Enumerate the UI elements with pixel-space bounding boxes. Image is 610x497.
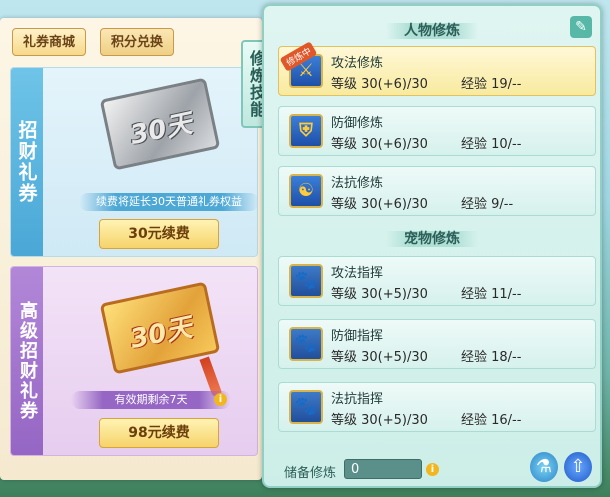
info-icon[interactable]: i [426,463,439,476]
silver-coupon-image: 30天 [99,77,221,171]
skill-row[interactable]: ☯ 法抗修炼 等级 30(+6)/30 经验 9/-- [278,166,596,216]
skill-row[interactable]: ⛨ 防御修炼 等级 30(+6)/30 经验 10/-- [278,106,596,156]
edit-icon[interactable]: ✎ [570,16,592,38]
skill-exp: 经验 16/-- [461,413,522,428]
renew-note: 续费将延长30天普通礼券权益 [79,193,257,211]
skill-level: 等级 30(+6)/30 [331,197,428,212]
skill-name: 攻法指挥 [331,266,384,281]
skill-name: 法抗指挥 [331,392,384,407]
skill-exp: 经验 18/-- [461,350,522,365]
skill-exp: 经验 19/-- [461,77,522,92]
coupon-days-text: 30天 [127,312,195,356]
tab-coupon-shop[interactable]: 礼券商城 [12,28,87,56]
skill-level: 等级 30(+5)/30 [331,287,428,302]
skill-level: 等级 30(+5)/30 [331,413,428,428]
skill-exp: 经验 11/-- [461,287,522,302]
premium-fortune-coupon-card: 高级招财礼券 30天 有效期剩余7天 i 98元续费 [10,266,258,456]
card-side-label: 高级招财礼券 [11,267,43,455]
paw-sword-icon: 🐾 [289,264,323,298]
paw-magic-icon: 🐾 [289,390,323,424]
skill-name: 防御指挥 [331,329,384,344]
shield-icon: ⛨ [289,114,323,148]
paw-shield-icon: 🐾 [289,327,323,361]
skill-row[interactable]: 🐾 法抗指挥 等级 30(+5)/30 经验 16/-- [278,382,596,432]
coupon-shop-panel: 礼券商城 积分兑换 招财礼券 30天 续费将延长30天普通礼券权益 30元续费 … [0,18,262,480]
pet-cultivation-title: 宠物修炼 [264,228,600,248]
cultivation-panel: 人物修炼 ✎ ⚔ 修炼中 攻法修炼 等级 30(+6)/30 经验 19/-- … [262,4,602,488]
yin-yang-icon: ☯ [289,174,323,208]
skill-level: 等级 30(+5)/30 [331,350,428,365]
renew-98-button[interactable]: 98元续费 [99,418,219,448]
skill-row[interactable]: ⚔ 修炼中 攻法修炼 等级 30(+6)/30 经验 19/-- [278,41,596,96]
skill-level: 等级 30(+6)/30 [331,137,428,152]
person-cultivation-title: 人物修炼 [264,20,600,40]
fortune-coupon-card: 招财礼券 30天 续费将延长30天普通礼券权益 30元续费 [10,67,258,257]
skill-row[interactable]: 🐾 防御指挥 等级 30(+5)/30 经验 18/-- [278,319,596,369]
storage-value-field: 0 [344,459,422,479]
skill-exp: 经验 10/-- [461,137,522,152]
info-icon[interactable]: i [214,393,227,406]
skill-name: 法抗修炼 [331,176,384,191]
skill-name: 攻法修炼 [331,56,384,71]
tab-points-exchange[interactable]: 积分兑换 [100,28,175,56]
skill-row[interactable]: 🐾 攻法指挥 等级 30(+5)/30 经验 11/-- [278,256,596,306]
validity-note: 有效期剩余7天 [71,391,231,409]
upgrade-icon[interactable]: ⇧ [564,452,592,482]
skill-exp: 经验 9/-- [461,197,514,212]
potion-icon[interactable]: ⚗ [530,452,558,482]
renew-30-button[interactable]: 30元续费 [99,219,219,249]
storage-label: 储备修炼 [284,466,337,481]
skill-name: 防御修炼 [331,116,384,131]
card-side-label: 招财礼券 [11,68,43,256]
coupon-days-text: 30天 [127,108,195,152]
skill-level: 等级 30(+6)/30 [331,77,428,92]
